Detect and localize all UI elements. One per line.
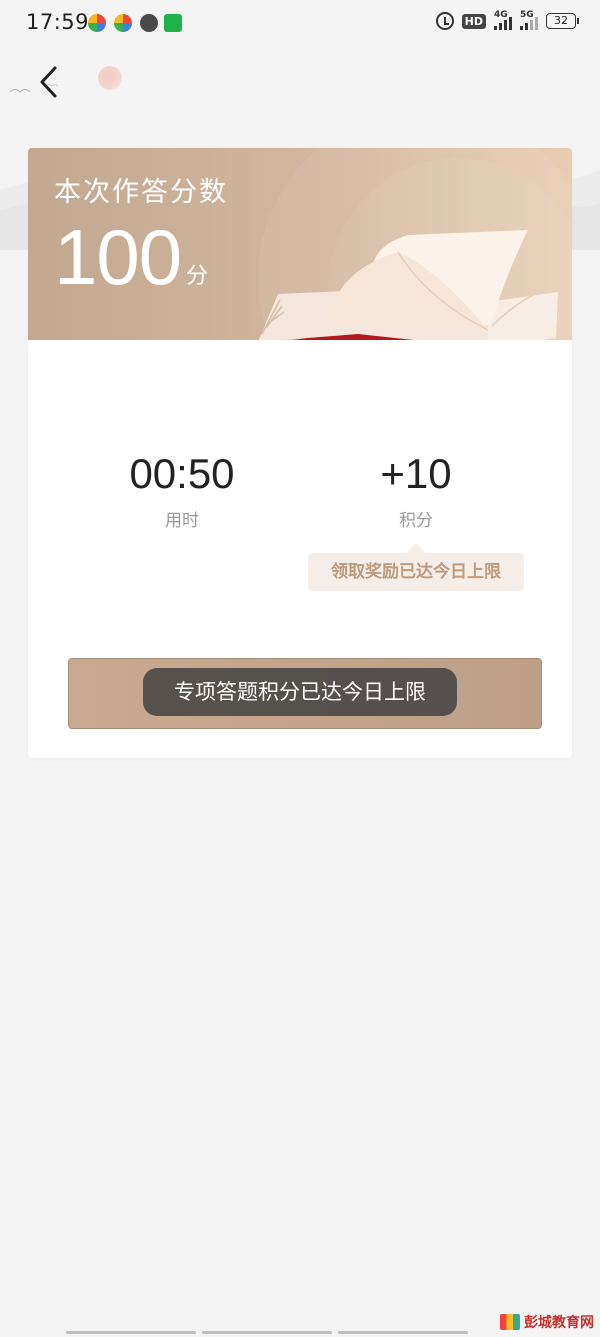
- battery-icon: 32: [546, 13, 579, 29]
- status-indicators: HD 4G 5G 32: [435, 10, 579, 30]
- points-stat: +10 积分: [326, 450, 506, 531]
- open-book-illustration: [258, 230, 558, 340]
- screen: 17:59 HD 4G 5G 32 本次作答分数 100 分 00:50 用时 …: [0, 0, 600, 1337]
- watermark: 彭城教育网: [500, 1312, 594, 1332]
- score-value: 100: [54, 213, 182, 301]
- time-label: 用时: [165, 511, 199, 531]
- reward-limit-tip: 领取奖励已达今日上限: [308, 543, 524, 591]
- status-time: 17:59: [26, 10, 90, 34]
- back-button[interactable]: [28, 62, 68, 102]
- sun-decoration: [98, 66, 122, 90]
- network-type-label: 5G: [520, 10, 534, 20]
- result-card: 本次作答分数 100 分 00:50 用时 +10 积分 领取奖励已达今日上限: [28, 148, 572, 758]
- time-stat: 00:50 用时: [92, 450, 272, 531]
- score-label: 本次作答分数: [54, 177, 228, 208]
- points-label: 积分: [399, 511, 433, 531]
- navigation-gesture-bar: [66, 1331, 468, 1334]
- alarm-icon: [435, 12, 454, 30]
- time-value: 00:50: [129, 450, 235, 497]
- notification-app-icon: [114, 14, 132, 32]
- score-unit: 分: [186, 264, 209, 289]
- toast-message: 专项答题积分已达今日上限: [143, 668, 457, 716]
- watermark-text: 彭城教育网: [524, 1315, 594, 1331]
- chevron-left-icon: [40, 66, 57, 98]
- signal-icon: 4G: [494, 10, 512, 30]
- status-bar: 17:59 HD 4G 5G 32: [0, 0, 600, 46]
- notification-app-icon: [88, 14, 106, 32]
- watermark-logo-icon: [500, 1314, 520, 1330]
- signal-icon: 5G: [520, 10, 538, 30]
- points-value: +10: [380, 450, 452, 497]
- notification-compass-icon: [140, 14, 158, 32]
- notification-wechat-icon: [164, 14, 182, 32]
- score-banner: 本次作答分数 100 分: [28, 148, 572, 340]
- network-type-label: 4G: [494, 10, 508, 20]
- hd-icon: HD: [461, 13, 486, 29]
